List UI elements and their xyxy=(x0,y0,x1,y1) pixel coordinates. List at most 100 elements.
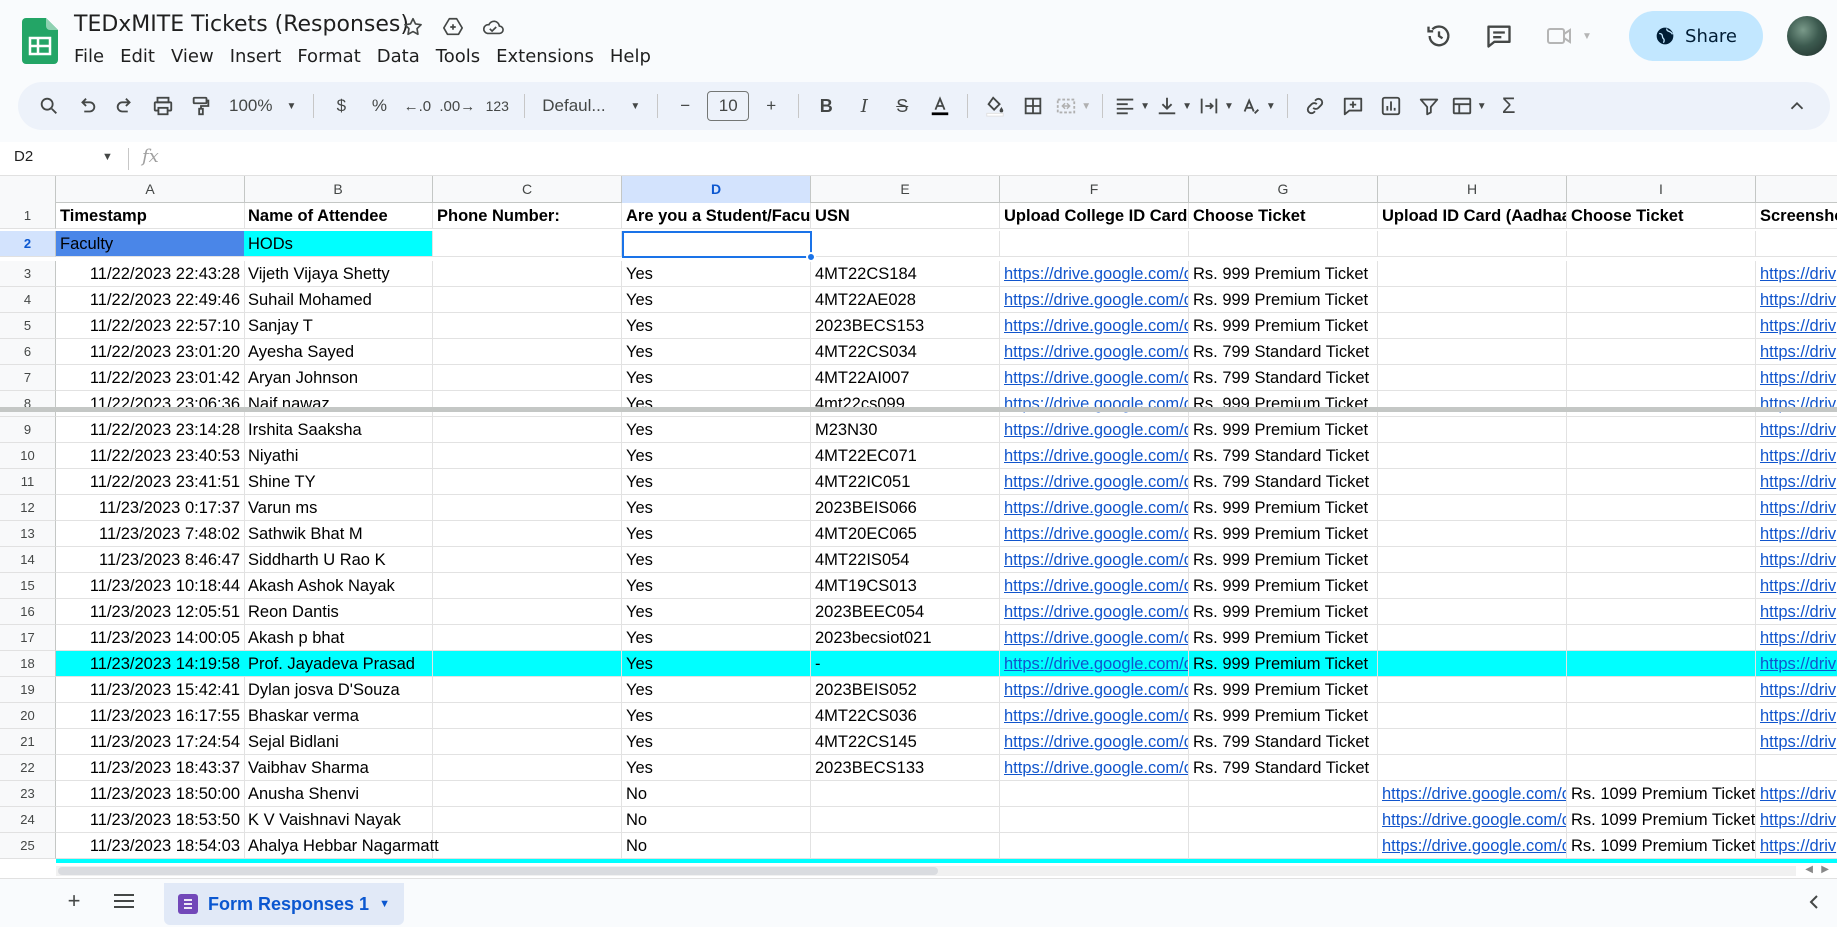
row-number[interactable]: 9 xyxy=(0,417,56,443)
row-number[interactable]: 1 xyxy=(0,203,56,229)
cell-id-card[interactable] xyxy=(1378,755,1567,781)
column-header-c[interactable]: C xyxy=(433,176,622,203)
cell-id-card[interactable] xyxy=(1378,729,1567,755)
cell-timestamp[interactable]: 11/23/2023 15:42:41 xyxy=(56,677,245,703)
scrollbar-thumb[interactable] xyxy=(58,867,938,875)
cell-college-id[interactable]: https://drive.google.com/o xyxy=(1000,625,1189,651)
row-number[interactable]: 22 xyxy=(0,755,56,781)
cell-timestamp[interactable]: 11/22/2023 23:41:51 xyxy=(56,469,245,495)
cell-ticket-2[interactable] xyxy=(1567,573,1756,599)
cell-ticket[interactable]: Rs. 999 Premium Ticket xyxy=(1189,573,1378,599)
cell-timestamp[interactable]: 11/22/2023 23:06:36 xyxy=(56,391,245,417)
cell-timestamp[interactable]: 11/22/2023 23:01:42 xyxy=(56,365,245,391)
move-to-drive-icon[interactable] xyxy=(440,14,466,40)
cell-phone[interactable] xyxy=(433,703,622,729)
row-number[interactable]: 25 xyxy=(0,833,56,859)
decrease-font-size-icon[interactable]: − xyxy=(669,90,701,122)
cell-ticket-2[interactable] xyxy=(1567,625,1756,651)
cell-usn[interactable]: M23N30 xyxy=(811,417,1000,443)
cell-attendee-name[interactable]: Sathwik Bhat M xyxy=(244,521,433,547)
cell-attendee-name[interactable]: Anusha Shenvi xyxy=(244,781,433,807)
cell-id-card[interactable] xyxy=(1378,313,1567,339)
cell-phone[interactable] xyxy=(433,677,622,703)
sheet-tab-caret-icon[interactable]: ▼ xyxy=(379,898,390,910)
document-title[interactable]: TEDxMITE Tickets (Responses) xyxy=(74,12,409,37)
cell-phone[interactable] xyxy=(433,443,622,469)
cell-college-id[interactable]: https://drive.google.com/o xyxy=(1000,521,1189,547)
cell-timestamp[interactable]: 11/22/2023 23:01:20 xyxy=(56,339,245,365)
cell-attendee-name[interactable]: Ayesha Sayed xyxy=(244,339,433,365)
cell-phone[interactable] xyxy=(433,469,622,495)
cell-phone[interactable] xyxy=(433,755,622,781)
cell-phone[interactable] xyxy=(433,417,622,443)
row-number[interactable]: 15 xyxy=(0,573,56,599)
cell-attendee-name[interactable]: HODs xyxy=(244,231,433,257)
cell-usn[interactable]: 4MT22CS184 xyxy=(811,261,1000,287)
text-wrapping-icon[interactable]: ▼ xyxy=(1198,90,1234,122)
cell-ticket-2[interactable] xyxy=(1567,677,1756,703)
cell-ticket[interactable]: Choose Ticket xyxy=(1189,203,1378,229)
cell-phone[interactable] xyxy=(433,231,622,257)
cell-screenshot[interactable]: https://driv xyxy=(1756,625,1837,651)
cell-timestamp[interactable]: 11/22/2023 23:40:53 xyxy=(56,443,245,469)
cell-timestamp[interactable]: 11/22/2023 22:57:10 xyxy=(56,313,245,339)
cell-student-faculty[interactable]: Yes xyxy=(622,703,811,729)
name-box[interactable]: D2 xyxy=(14,148,33,165)
cell-usn[interactable]: 4MT22IS054 xyxy=(811,547,1000,573)
cell-college-id[interactable] xyxy=(1000,781,1189,807)
more-formats-button[interactable]: 123 xyxy=(481,90,513,122)
cell-phone[interactable] xyxy=(433,339,622,365)
cell-ticket-2[interactable] xyxy=(1567,313,1756,339)
cell-id-card[interactable] xyxy=(1378,469,1567,495)
merge-cells-icon[interactable]: ▼ xyxy=(1055,90,1091,122)
cell-phone[interactable] xyxy=(433,313,622,339)
cell-screenshot[interactable]: https://driv xyxy=(1756,261,1837,287)
share-button[interactable]: Share xyxy=(1629,11,1763,61)
cell-id-card[interactable] xyxy=(1378,573,1567,599)
scroll-right-arrow-icon[interactable]: ▶ xyxy=(1821,864,1829,875)
cell-screenshot[interactable]: https://driv xyxy=(1756,703,1837,729)
decrease-decimal-button[interactable]: ← .0 xyxy=(401,90,433,122)
font-size-input[interactable]: 10 xyxy=(707,91,750,121)
cell-usn[interactable]: 4MT22AI007 xyxy=(811,365,1000,391)
format-currency-button[interactable]: $ xyxy=(325,90,357,122)
cell-student-faculty[interactable]: Yes xyxy=(622,417,811,443)
column-header-b[interactable]: B xyxy=(244,176,433,203)
cell-phone[interactable] xyxy=(433,807,622,833)
cell-college-id[interactable]: https://drive.google.com/o xyxy=(1000,755,1189,781)
cell-id-card[interactable] xyxy=(1378,339,1567,365)
cell-phone[interactable]: Phone Number: xyxy=(433,203,622,229)
row-number[interactable]: 4 xyxy=(0,287,56,313)
cell-attendee-name[interactable]: Ahalya Hebbar Nagarmatt xyxy=(244,833,439,859)
cell-student-faculty[interactable]: Yes xyxy=(622,677,811,703)
redo-icon[interactable] xyxy=(109,90,141,122)
paint-format-icon[interactable] xyxy=(185,90,217,122)
cell-college-id[interactable]: https://drive.google.com/o xyxy=(1000,703,1189,729)
cell-screenshot[interactable]: https://driv xyxy=(1756,417,1837,443)
cell-student-faculty[interactable]: Yes xyxy=(622,729,811,755)
cell-screenshot[interactable]: https://driv xyxy=(1756,469,1837,495)
cell-college-id[interactable]: https://drive.google.com/o xyxy=(1000,469,1189,495)
row-number[interactable]: 14 xyxy=(0,547,56,573)
row-number[interactable]: 21 xyxy=(0,729,56,755)
cell-college-id[interactable]: https://drive.google.com/o xyxy=(1000,729,1189,755)
cell-id-card[interactable] xyxy=(1378,625,1567,651)
cell-attendee-name[interactable]: K V Vaishnavi Nayak xyxy=(244,807,433,833)
cell-college-id[interactable]: https://drive.google.com/o xyxy=(1000,495,1189,521)
fill-color-icon[interactable] xyxy=(979,90,1011,122)
row-number[interactable]: 23 xyxy=(0,781,56,807)
insert-chart-icon[interactable] xyxy=(1375,90,1407,122)
cell-attendee-name[interactable]: Sanjay T xyxy=(244,313,433,339)
cell-college-id[interactable]: https://drive.google.com/o xyxy=(1000,391,1189,417)
menu-extensions[interactable]: Extensions xyxy=(488,46,602,68)
cell-usn[interactable]: 2023becsiot021 xyxy=(811,625,1000,651)
cell-college-id[interactable] xyxy=(1000,807,1189,833)
cell-timestamp[interactable]: 11/23/2023 18:53:50 xyxy=(56,807,245,833)
cell-attendee-name[interactable]: Irshita Saaksha xyxy=(244,417,433,443)
cell-screenshot[interactable]: https://driv xyxy=(1756,391,1837,417)
increase-decimal-button[interactable]: .00 → xyxy=(439,90,475,122)
font-select[interactable]: Defaul... ▼ xyxy=(536,90,646,122)
cell-timestamp[interactable]: 11/22/2023 22:43:28 xyxy=(56,261,245,287)
cell-attendee-name[interactable]: Niyathi xyxy=(244,443,433,469)
cell-timestamp[interactable]: 11/23/2023 8:46:47 xyxy=(56,547,245,573)
